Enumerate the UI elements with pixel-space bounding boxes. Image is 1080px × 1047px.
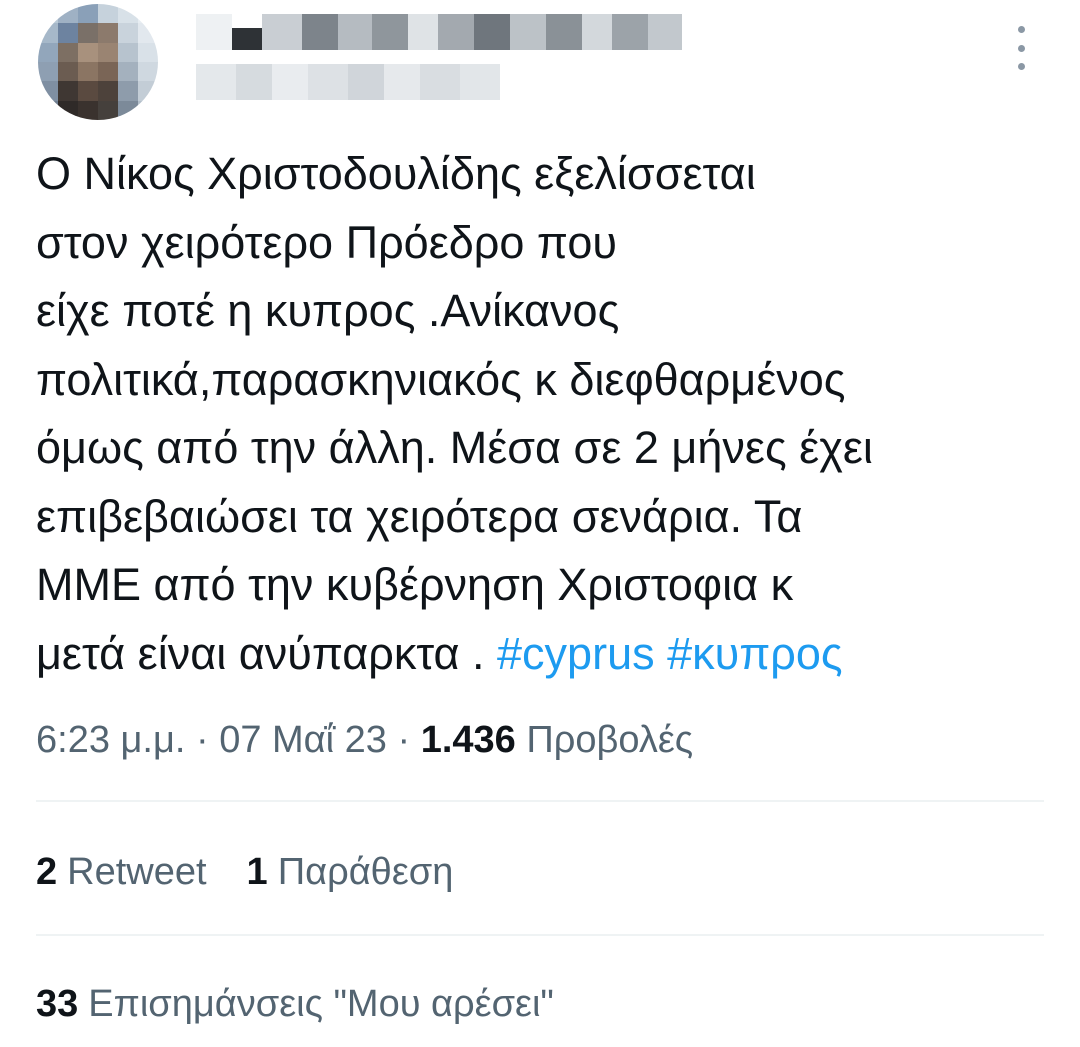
retweets-stat[interactable]: 2 Retweet [36,844,207,900]
quotes-count: 1 [246,851,268,893]
tweet-time[interactable]: 6:23 μ.μ. [36,719,185,761]
likes-stat[interactable]: 33 Επισημάνσεις "Μου αρέσει" [36,976,554,1032]
retweets-label: Retweet [67,851,207,893]
more-dot [1017,26,1025,33]
tweet-line: επιβεβαιώσει τα χειρότερα σενάρια. Τα [36,490,803,542]
more-dot [1017,63,1025,70]
divider [36,934,1044,936]
separator: · [386,719,421,761]
tweet-line: πολιτικά,παρασκηνιακός κ διεφθαρμένος [36,353,846,405]
tweet-line: όμως από την άλλη. Μέσα σε 2 μήνες έχει [36,422,873,473]
separator: · [185,719,220,761]
likes-row: 33 Επισημάνσεις "Μου αρέσει" [36,976,554,1032]
hashtag-cyprus[interactable]: #cyprus [497,628,655,679]
more-vertical-icon[interactable] [1006,26,1036,70]
tweet-meta: 6:23 μ.μ. · 07 Μαΐ 23 · 1.436 Προβολές [36,712,693,768]
tweet-date[interactable]: 07 Μαΐ 23 [219,719,387,761]
avatar[interactable] [38,4,158,120]
engagement-row: 2 Retweet 1 Παράθεση [36,844,453,900]
tweet-line: είχε ποτέ η κυπρος .Ανίκανος [36,285,620,336]
tweet-line: Ο Νίκος Χριστοδουλίδης εξελίσσεται [36,148,756,199]
retweets-count: 2 [36,851,58,893]
quotes-label: Παράθεση [277,851,454,893]
tweet-line-last: μετά είναι ανύπαρκτα . #cyprus #κυπρος [36,620,1056,689]
tweet-line-text: μετά είναι ανύπαρκτα . [36,627,498,679]
tweet-text: Ο Νίκος Χριστοδουλίδης εξελίσσεται στον … [36,140,1056,688]
views-label: Προβολές [515,719,694,761]
tweet-line: στον χειρότερο Πρόεδρο που [36,216,617,268]
author-name[interactable] [196,14,682,50]
likes-count: 33 [36,983,79,1025]
likes-label: Επισημάνσεις "Μου αρέσει" [88,983,554,1025]
author-handle [196,64,500,100]
tweet-line: ΜΜΕ από την κυβέρνηση Χριστοφια κ [36,559,794,610]
more-dot [1017,44,1025,52]
quotes-stat[interactable]: 1 Παράθεση [247,844,454,900]
hashtag-kypros[interactable]: #κυπρος [667,628,843,679]
views-count[interactable]: 1.436 [421,719,516,761]
divider [36,800,1044,802]
